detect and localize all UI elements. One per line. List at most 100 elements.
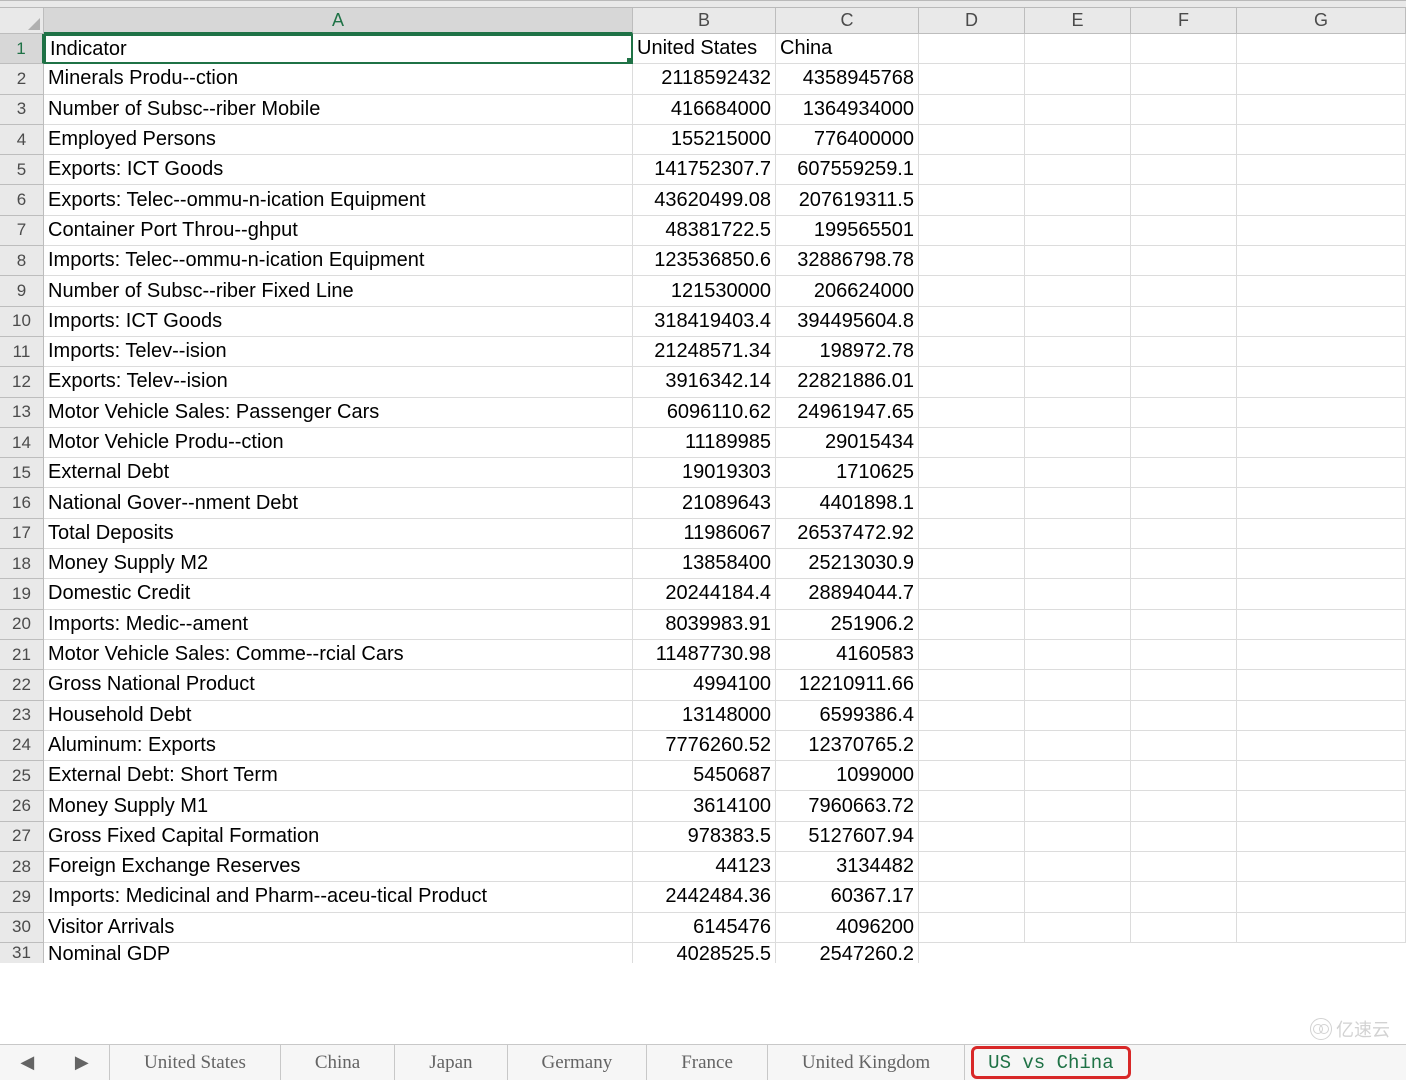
cell[interactable] bbox=[1025, 761, 1131, 791]
cell[interactable]: 123536850.6 bbox=[633, 246, 776, 276]
cell[interactable] bbox=[1237, 458, 1406, 488]
cell[interactable]: Employed Persons bbox=[44, 125, 633, 155]
cell[interactable] bbox=[1237, 216, 1406, 246]
cell[interactable]: 141752307.7 bbox=[633, 155, 776, 185]
cell[interactable] bbox=[1131, 458, 1237, 488]
row-header[interactable]: 4 bbox=[0, 125, 44, 155]
cell[interactable]: 12370765.2 bbox=[776, 731, 919, 761]
cell[interactable] bbox=[1131, 579, 1237, 609]
cell[interactable]: Number of Subsc--riber Mobile bbox=[44, 95, 633, 125]
cell[interactable] bbox=[1237, 640, 1406, 670]
cell[interactable] bbox=[1237, 125, 1406, 155]
col-header-E[interactable]: E bbox=[1025, 8, 1131, 34]
cell[interactable] bbox=[919, 34, 1025, 64]
cell[interactable] bbox=[1131, 882, 1237, 912]
cell[interactable] bbox=[1131, 852, 1237, 882]
row-header[interactable]: 2 bbox=[0, 64, 44, 94]
cell[interactable] bbox=[1131, 64, 1237, 94]
cell[interactable]: 8039983.91 bbox=[633, 610, 776, 640]
row-header[interactable]: 6 bbox=[0, 185, 44, 215]
cell[interactable] bbox=[1131, 34, 1237, 64]
cell[interactable] bbox=[1131, 216, 1237, 246]
cell[interactable] bbox=[1025, 337, 1131, 367]
col-header-D[interactable]: D bbox=[919, 8, 1025, 34]
cell[interactable]: 48381722.5 bbox=[633, 216, 776, 246]
cell[interactable] bbox=[1025, 64, 1131, 94]
cell[interactable] bbox=[1131, 95, 1237, 125]
cell[interactable]: 4358945768 bbox=[776, 64, 919, 94]
cell[interactable] bbox=[1025, 519, 1131, 549]
cell[interactable]: Motor Vehicle Produ--ction bbox=[44, 428, 633, 458]
row-header[interactable]: 22 bbox=[0, 670, 44, 700]
cell[interactable]: 13858400 bbox=[633, 549, 776, 579]
cell[interactable] bbox=[1131, 640, 1237, 670]
cell[interactable] bbox=[1131, 670, 1237, 700]
cell[interactable]: 2547260.2 bbox=[776, 943, 919, 963]
cell[interactable] bbox=[919, 155, 1025, 185]
cell[interactable]: 6599386.4 bbox=[776, 701, 919, 731]
cell[interactable] bbox=[1237, 701, 1406, 731]
cell[interactable]: 4160583 bbox=[776, 640, 919, 670]
cell[interactable]: 43620499.08 bbox=[633, 185, 776, 215]
row-header[interactable]: 18 bbox=[0, 549, 44, 579]
cell[interactable]: United States bbox=[633, 34, 776, 64]
cell[interactable]: 12210911.66 bbox=[776, 670, 919, 700]
cell[interactable] bbox=[1025, 640, 1131, 670]
cell[interactable] bbox=[919, 761, 1025, 791]
cell[interactable] bbox=[1237, 670, 1406, 700]
cell[interactable] bbox=[919, 458, 1025, 488]
cell[interactable] bbox=[1237, 246, 1406, 276]
row-header[interactable]: 24 bbox=[0, 731, 44, 761]
cell[interactable] bbox=[1237, 155, 1406, 185]
worksheet-grid[interactable]: A B C D E F G 1IndicatorUnited StatesChi… bbox=[0, 8, 1406, 1044]
cell[interactable]: 5450687 bbox=[633, 761, 776, 791]
cell[interactable] bbox=[1025, 852, 1131, 882]
row-header[interactable]: 26 bbox=[0, 791, 44, 821]
row-header[interactable]: 15 bbox=[0, 458, 44, 488]
cell[interactable] bbox=[1025, 155, 1131, 185]
cell[interactable] bbox=[1025, 488, 1131, 518]
cell[interactable] bbox=[919, 428, 1025, 458]
cell[interactable] bbox=[1237, 276, 1406, 306]
cell[interactable]: 32886798.78 bbox=[776, 246, 919, 276]
cell[interactable] bbox=[1025, 882, 1131, 912]
cell[interactable] bbox=[1131, 398, 1237, 428]
row-header[interactable]: 29 bbox=[0, 882, 44, 912]
cell[interactable]: 207619311.5 bbox=[776, 185, 919, 215]
row-header[interactable]: 14 bbox=[0, 428, 44, 458]
cell[interactable] bbox=[1025, 610, 1131, 640]
cell[interactable] bbox=[1131, 731, 1237, 761]
cell[interactable] bbox=[1237, 488, 1406, 518]
cell[interactable] bbox=[1237, 579, 1406, 609]
cell[interactable] bbox=[919, 307, 1025, 337]
cell[interactable]: External Debt bbox=[44, 458, 633, 488]
cell[interactable] bbox=[1025, 913, 1131, 943]
sheet-tab[interactable]: Japan bbox=[395, 1045, 507, 1080]
cell[interactable] bbox=[919, 64, 1025, 94]
cell[interactable]: Imports: Telev--ision bbox=[44, 337, 633, 367]
cell[interactable] bbox=[1025, 95, 1131, 125]
cell[interactable]: Gross Fixed Capital Formation bbox=[44, 822, 633, 852]
cell[interactable] bbox=[919, 913, 1025, 943]
cell[interactable]: 394495604.8 bbox=[776, 307, 919, 337]
row-header[interactable]: 12 bbox=[0, 367, 44, 397]
cell[interactable] bbox=[1131, 185, 1237, 215]
cell[interactable] bbox=[1025, 791, 1131, 821]
row-header[interactable]: 5 bbox=[0, 155, 44, 185]
cell[interactable]: 4401898.1 bbox=[776, 488, 919, 518]
cell[interactable]: 7776260.52 bbox=[633, 731, 776, 761]
cell[interactable] bbox=[919, 822, 1025, 852]
cell[interactable]: Visitor Arrivals bbox=[44, 913, 633, 943]
cell[interactable] bbox=[1237, 913, 1406, 943]
cell[interactable]: 5127607.94 bbox=[776, 822, 919, 852]
cell[interactable]: 19019303 bbox=[633, 458, 776, 488]
cell[interactable] bbox=[1237, 428, 1406, 458]
cell[interactable]: Foreign Exchange Reserves bbox=[44, 852, 633, 882]
row-header[interactable]: 17 bbox=[0, 519, 44, 549]
sheet-tab[interactable]: China bbox=[281, 1045, 395, 1080]
cell[interactable] bbox=[919, 488, 1025, 518]
cell[interactable]: Motor Vehicle Sales: Comme--rcial Cars bbox=[44, 640, 633, 670]
cell[interactable]: Imports: Telec--ommu-n-ication Equipment bbox=[44, 246, 633, 276]
cell[interactable]: 206624000 bbox=[776, 276, 919, 306]
cell[interactable] bbox=[1131, 428, 1237, 458]
